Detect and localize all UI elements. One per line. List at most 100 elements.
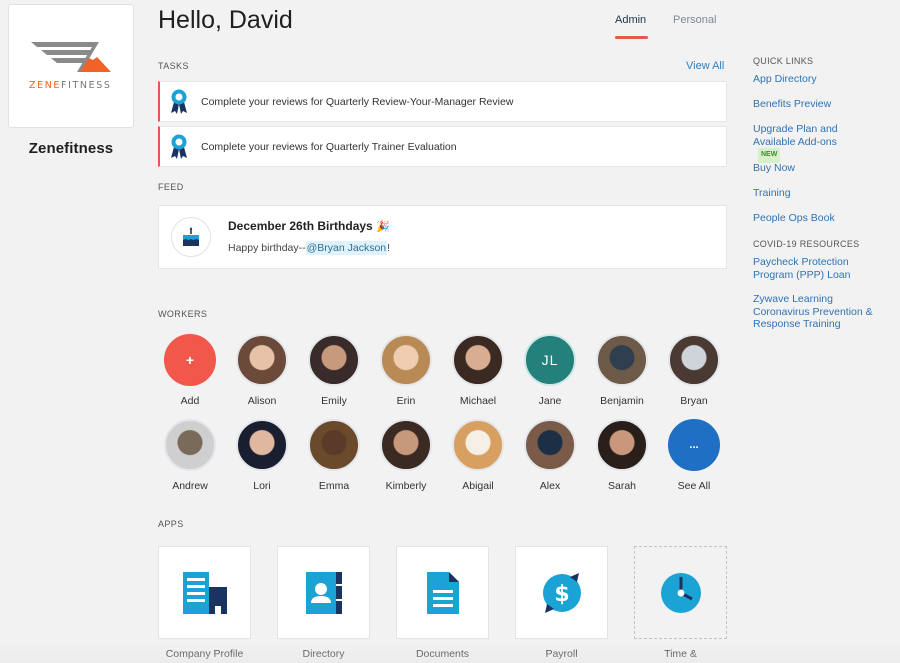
app-tile-company-profile[interactable]	[158, 546, 251, 639]
worker-andrew[interactable]: Andrew	[155, 419, 225, 492]
company-name: Zenefitness	[28, 140, 114, 157]
quick-link-benefits-preview[interactable]: Benefits Preview	[753, 98, 893, 111]
avatar-silhouette	[391, 457, 421, 469]
quick-link-zywave-training[interactable]: Zywave Learning Coronavirus Prevention &…	[753, 293, 878, 331]
app-tile-payroll[interactable]: $	[515, 546, 608, 639]
app-label: Directory	[302, 648, 345, 660]
task-text: Complete your reviews for Quarterly Revi…	[201, 95, 514, 108]
avatar-silhouette	[319, 372, 349, 384]
worker-benjamin[interactable]: Benjamin	[587, 334, 657, 407]
quick-link-ppp-loan[interactable]: Paycheck Protection Program (PPP) Loan	[753, 256, 865, 281]
party-popper-icon: 🎉	[376, 221, 390, 233]
app-label: Company Profile	[165, 648, 244, 660]
worker-name: Andrew	[172, 480, 208, 492]
worker-lori[interactable]: Lori	[227, 419, 297, 492]
feed-section-label: FEED	[158, 182, 184, 192]
add-worker-button[interactable]: + Add	[155, 334, 225, 407]
svg-text:ZENEFITNESS: ZENEFITNESS	[29, 80, 111, 91]
avatar-photo	[236, 334, 288, 386]
feed-body: Happy birthday--@Bryan Jackson!	[228, 241, 391, 255]
plus-icon: +	[164, 334, 216, 386]
worker-erin[interactable]: Erin	[371, 334, 441, 407]
avatar-silhouette	[247, 457, 277, 469]
quick-link-upgrade-plan-label: Upgrade Plan and Available Add-ons	[753, 123, 838, 148]
award-ribbon-icon	[171, 89, 187, 114]
more-icon: ...	[668, 419, 720, 471]
avatar-silhouette	[607, 372, 637, 384]
avatar-photo	[164, 419, 216, 471]
worker-name: Emma	[318, 480, 350, 492]
task-text: Complete your reviews for Quarterly Trai…	[201, 140, 457, 153]
app-tile-time[interactable]	[634, 546, 727, 639]
worker-name: Lori	[253, 480, 271, 492]
worker-jane[interactable]: JL Jane	[515, 334, 585, 407]
quick-link-people-ops-book[interactable]: People Ops Book	[753, 212, 893, 225]
avatar-silhouette	[175, 457, 205, 469]
worker-name: Erin	[396, 395, 416, 407]
company-logo-card[interactable]: ZENEFITNESS	[8, 4, 134, 128]
worker-abigail[interactable]: Abigail	[443, 419, 513, 492]
app-label: Payroll	[545, 648, 578, 660]
worker-name: Benjamin	[600, 395, 644, 407]
feed-title-text: December 26th Birthdays	[228, 219, 373, 233]
zenefitness-logo: ZENEFITNESS	[29, 42, 111, 91]
worker-name: Alison	[247, 395, 277, 407]
worker-alison[interactable]: Alison	[227, 334, 297, 407]
worker-name: Jane	[538, 395, 562, 407]
avatar-silhouette	[463, 372, 493, 384]
worker-name: Michael	[459, 395, 497, 407]
worker-alex[interactable]: Alex	[515, 419, 585, 492]
quick-link-training[interactable]: Training	[753, 187, 893, 200]
mention-link[interactable]: @Bryan Jackson	[305, 241, 388, 255]
avatar-silhouette	[391, 372, 421, 384]
avatar-photo	[380, 334, 432, 386]
app-tile-documents[interactable]	[396, 546, 489, 639]
worker-name: Sarah	[607, 480, 637, 492]
quick-link-buy-now[interactable]: Buy Now	[753, 162, 893, 175]
quick-link-app-directory[interactable]: App Directory	[753, 73, 893, 86]
worker-kimberly[interactable]: Kimberly	[371, 419, 441, 492]
worker-name: See All	[677, 480, 711, 492]
feed-title: December 26th Birthdays 🎉	[228, 219, 390, 233]
worker-name: Alex	[539, 480, 561, 492]
app-label: Time &	[664, 648, 697, 660]
tasks-view-all-link[interactable]: View All	[686, 60, 724, 72]
avatar-photo	[524, 419, 576, 471]
payroll-dollar-icon: $	[542, 572, 581, 613]
workers-section-label: WORKERS	[158, 309, 208, 319]
task-item[interactable]: Complete your reviews for Quarterly Trai…	[158, 126, 727, 167]
address-book-icon	[305, 571, 342, 614]
worker-name: Bryan	[680, 395, 708, 407]
logo-text-fitness: FITNESS	[61, 80, 111, 91]
worker-sarah[interactable]: Sarah	[587, 419, 657, 492]
worker-name: Add	[180, 395, 200, 407]
avatar-silhouette	[679, 372, 709, 384]
worker-emma[interactable]: Emma	[299, 419, 369, 492]
plus-glyph: +	[185, 352, 195, 368]
worker-name: Kimberly	[385, 480, 427, 492]
avatar-photo	[236, 419, 288, 471]
avatar-silhouette	[247, 372, 277, 384]
covid-resources-label: COVID-19 RESOURCES	[753, 239, 860, 249]
logo-text-zene: ZENE	[29, 80, 61, 91]
feed-item[interactable]: December 26th Birthdays 🎉 Happy birthday…	[158, 205, 727, 269]
worker-name: Abigail	[462, 480, 494, 492]
avatar-photo	[380, 419, 432, 471]
feed-icon-circle	[171, 217, 211, 257]
document-icon	[426, 571, 459, 614]
app-tile-directory[interactable]	[277, 546, 370, 639]
feed-body-suffix: !	[387, 242, 391, 254]
avatar-photo	[668, 334, 720, 386]
avatar-initials: JL	[524, 334, 576, 386]
worker-emily[interactable]: Emily	[299, 334, 369, 407]
tab-personal[interactable]: Personal	[673, 14, 716, 26]
worker-bryan[interactable]: Bryan	[659, 334, 729, 407]
avatar-photo	[596, 419, 648, 471]
task-item[interactable]: Complete your reviews for Quarterly Revi…	[158, 81, 727, 122]
award-ribbon-icon	[171, 134, 187, 159]
avatar-photo	[596, 334, 648, 386]
see-all-workers-button[interactable]: ... See All	[659, 419, 729, 492]
tab-admin[interactable]: Admin	[615, 14, 646, 26]
quick-link-upgrade-plan[interactable]: Upgrade Plan and Available Add-onsNEW	[753, 123, 863, 163]
worker-michael[interactable]: Michael	[443, 334, 513, 407]
